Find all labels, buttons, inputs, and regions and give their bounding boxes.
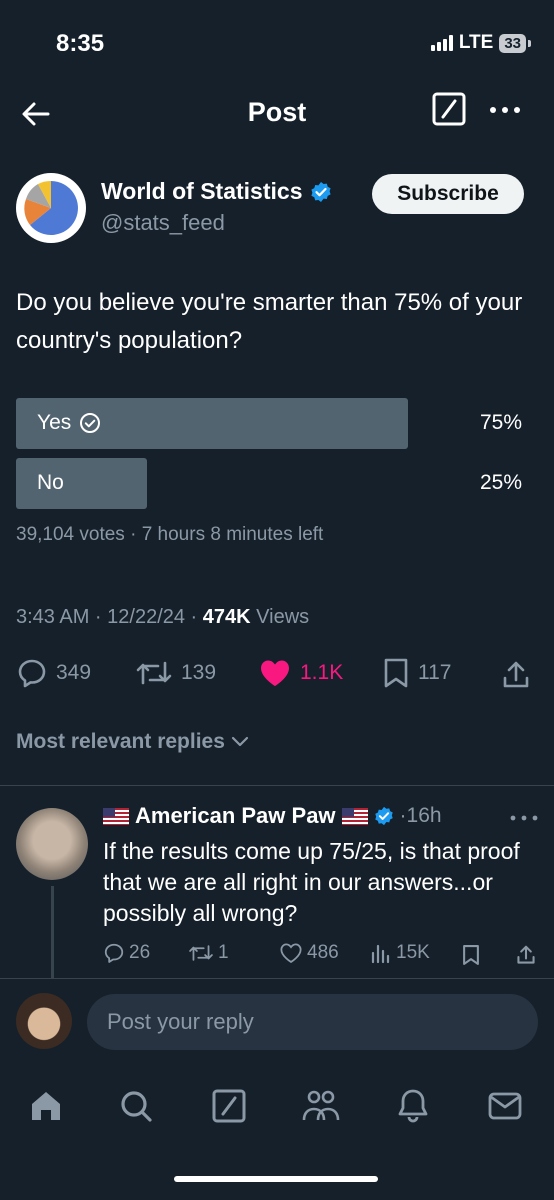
tab-search[interactable] — [112, 1080, 160, 1132]
poll-option-yes[interactable]: Yes 75% — [16, 398, 538, 449]
heart-filled-icon — [261, 660, 289, 686]
verified-badge-icon — [310, 181, 331, 202]
verified-badge-icon — [374, 806, 393, 826]
share-icon[interactable] — [515, 944, 537, 966]
reply-more-icon[interactable] — [508, 808, 540, 828]
bookmark-icon — [384, 658, 408, 688]
reply-reply-count: 26 — [129, 942, 151, 963]
tab-messages[interactable] — [481, 1080, 529, 1132]
poll-percent-yes: 75% — [479, 411, 522, 434]
network-label: LTE — [458, 32, 494, 53]
us-flag-icon — [341, 807, 368, 825]
page-title: Post — [247, 97, 307, 127]
reply-avatar[interactable] — [16, 808, 88, 880]
post-text: Do you believe you're smarter than 75% o… — [16, 289, 523, 354]
us-flag-icon — [103, 807, 129, 825]
more-icon[interactable] — [487, 98, 523, 122]
author-name[interactable]: World of Statistics — [101, 178, 303, 205]
replies-sort-dropdown[interactable]: Most relevant replies — [16, 730, 249, 754]
thread-line — [51, 886, 54, 980]
communities-icon — [302, 1090, 340, 1121]
poll-meta: 39,104 votes · 7 hours 8 minutes left — [16, 524, 324, 545]
reply-views-action[interactable]: 15K — [370, 942, 430, 964]
reply-time: ·16h — [399, 804, 442, 827]
reply-repost-count: 1 — [218, 942, 229, 963]
chevron-down-icon — [231, 736, 249, 747]
reply-reply-action[interactable]: 26 — [103, 942, 150, 964]
reply-repost-action[interactable]: 1 — [188, 942, 229, 964]
check-circle-icon — [80, 413, 101, 433]
poll-bar-no — [16, 458, 147, 509]
repost-icon — [189, 945, 213, 961]
poll-label-no: No — [37, 471, 64, 494]
poll-percent-no: 25% — [479, 471, 522, 494]
post-timestamp: 3:43 AM · 12/22/24 · — [16, 606, 203, 628]
status-indicators: LTE 33 — [430, 32, 531, 54]
tab-home[interactable] — [22, 1080, 70, 1132]
author-avatar[interactable] — [16, 173, 86, 243]
bookmark-icon[interactable] — [461, 944, 481, 966]
reply-icon — [104, 943, 124, 963]
post-action-bar: 349 139 1.1K 117 — [16, 657, 538, 697]
views-count[interactable]: 474K — [203, 606, 251, 628]
bottom-tab-bar — [0, 1080, 554, 1140]
views-label: Views — [250, 606, 310, 628]
home-icon — [32, 1092, 60, 1120]
grok-icon[interactable] — [432, 92, 466, 126]
like-count: 1.1K — [300, 661, 344, 684]
reply-action-bar: 26 1 486 15K — [103, 942, 539, 970]
reply-views-count: 15K — [396, 942, 430, 963]
heart-icon — [280, 943, 302, 963]
reply-like-count: 486 — [307, 942, 339, 963]
reply-text: If the results come up 75/25, is that pr… — [103, 838, 520, 926]
tab-communities[interactable] — [297, 1080, 345, 1132]
repost-count: 139 — [181, 661, 217, 684]
signal-icon — [430, 35, 453, 51]
tab-grok[interactable] — [205, 1080, 253, 1132]
author-handle[interactable]: @stats_feed — [101, 210, 225, 236]
views-icon — [371, 944, 390, 964]
bookmark-count: 117 — [418, 661, 452, 684]
replies-sort-label: Most relevant replies — [16, 730, 225, 753]
reply-like-action[interactable]: 486 — [279, 942, 339, 964]
share-icon[interactable] — [500, 659, 532, 691]
grok-icon — [212, 1089, 246, 1123]
my-avatar[interactable] — [16, 993, 72, 1049]
reply-author-name[interactable]: American Paw Paw — [135, 803, 336, 829]
poll-label-no-row: No — [37, 471, 64, 495]
author-name-row[interactable]: World of Statistics — [101, 178, 332, 205]
home-indicator[interactable] — [174, 1176, 378, 1182]
post-timestamp-views: 3:43 AM · 12/22/24 · 474K Views — [16, 606, 309, 629]
poll-label-yes: Yes — [37, 411, 72, 434]
pie-chart-logo-icon — [18, 175, 84, 241]
divider — [0, 785, 554, 786]
mail-icon — [488, 1092, 522, 1120]
reply-input[interactable] — [87, 994, 538, 1050]
reply-header: American Paw Paw ·16h — [103, 803, 442, 829]
bookmark-action[interactable]: 117 — [382, 657, 451, 689]
reply-count: 349 — [56, 661, 92, 684]
tab-notifications[interactable] — [389, 1080, 437, 1132]
poll-option-no[interactable]: No 25% — [16, 458, 538, 509]
repost-icon — [136, 661, 172, 685]
search-icon — [121, 1091, 152, 1122]
like-action[interactable]: 1.1K — [258, 657, 343, 689]
status-time: 8:35 — [56, 30, 105, 57]
poll-label-yes-row: Yes — [37, 411, 101, 435]
bell-icon — [398, 1089, 428, 1123]
battery-icon: 33 — [499, 33, 531, 53]
reply-icon — [18, 659, 46, 688]
subscribe-button[interactable]: Subscribe — [372, 174, 524, 214]
repost-action[interactable]: 139 — [135, 657, 216, 689]
top-nav: Post — [0, 92, 554, 134]
reply-action[interactable]: 349 — [16, 657, 91, 689]
